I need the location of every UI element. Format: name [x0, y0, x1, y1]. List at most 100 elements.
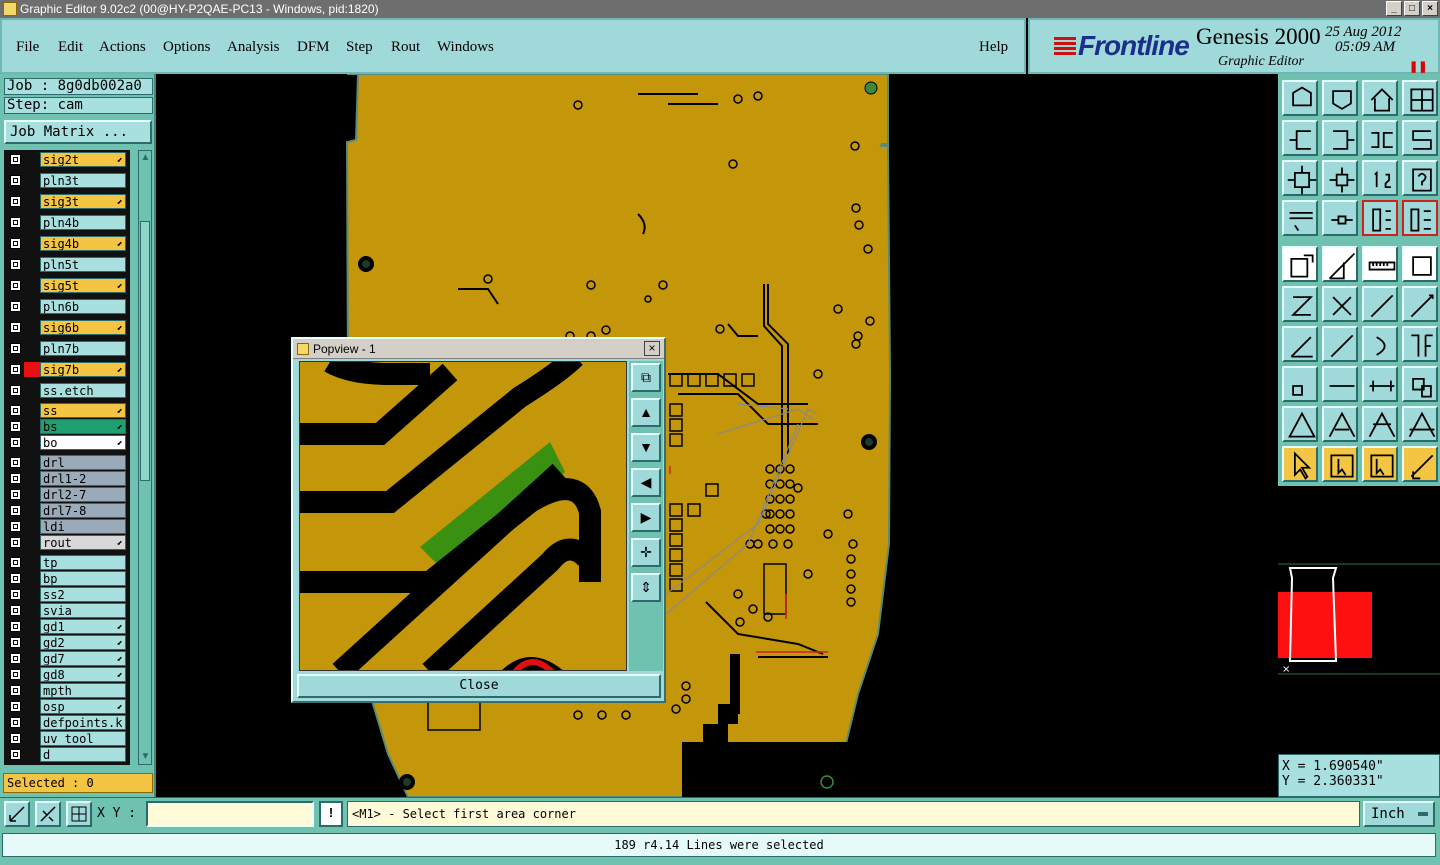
- layer-row-gd2[interactable]: gd2 ⬋: [4, 635, 126, 650]
- home-icon[interactable]: [1362, 80, 1398, 116]
- popview-zoom-fit-icon[interactable]: ⧉: [631, 363, 661, 392]
- layer-row-gd8[interactable]: gd8 ⬋: [4, 667, 126, 682]
- layer-name[interactable]: gd1 ⬋: [40, 619, 126, 634]
- layer-row-pln5t[interactable]: pln5t: [4, 257, 126, 272]
- layer-row-defpoints-k[interactable]: defpoints.k: [4, 715, 126, 730]
- layer-row-sig4b[interactable]: sig4b ⬋: [4, 236, 126, 251]
- layer-name[interactable]: pln5t: [40, 257, 126, 272]
- triangle-cut-icon[interactable]: [1402, 406, 1438, 442]
- layer-row-sig3t[interactable]: sig3t ⬋: [4, 194, 126, 209]
- layer-checkbox[interactable]: [10, 364, 21, 375]
- triangle-filter-icon[interactable]: [1362, 406, 1398, 442]
- grid-icon[interactable]: [66, 801, 92, 827]
- page-down-icon[interactable]: [1322, 80, 1358, 116]
- layer-row-uv-tool[interactable]: uv_tool: [4, 731, 126, 746]
- layer-row-gd1[interactable]: gd1 ⬋: [4, 619, 126, 634]
- layer-checkbox[interactable]: [10, 557, 21, 568]
- layer-checkbox[interactable]: [10, 537, 21, 548]
- draw-feature-icon[interactable]: [1322, 246, 1358, 282]
- layer-checkbox[interactable]: [10, 343, 21, 354]
- layer-row-ss2[interactable]: ss2: [4, 587, 126, 602]
- layer-compare-icon[interactable]: [1362, 200, 1398, 236]
- scroll-down-icon[interactable]: ▼: [140, 751, 151, 763]
- layer-name[interactable]: defpoints.k: [40, 715, 126, 730]
- layer-name[interactable]: uv_tool: [40, 731, 126, 746]
- layer-name[interactable]: pln7b: [40, 341, 126, 356]
- layer-row-mpth[interactable]: mpth: [4, 683, 126, 698]
- popview-close-icon[interactable]: ×: [644, 341, 660, 356]
- units-select[interactable]: Inch: [1363, 801, 1435, 827]
- flip-icon[interactable]: [1402, 326, 1438, 362]
- layer-row-gd7[interactable]: gd7 ⬋: [4, 651, 126, 666]
- layer-name[interactable]: sig6b ⬋: [40, 320, 126, 335]
- menu-dfm[interactable]: DFM: [297, 39, 330, 56]
- layer-name[interactable]: gd2 ⬋: [40, 635, 126, 650]
- dim-icon[interactable]: [1362, 366, 1398, 402]
- split-view-icon[interactable]: [1402, 80, 1438, 116]
- zoom-1to1-icon[interactable]: [1362, 160, 1398, 196]
- layer-name[interactable]: pln4b: [40, 215, 126, 230]
- layer-row-pln6b[interactable]: pln6b: [4, 299, 126, 314]
- job-matrix-button[interactable]: Job Matrix ...: [4, 120, 152, 144]
- maximize-button[interactable]: □: [1404, 1, 1420, 16]
- layer-checkbox[interactable]: [10, 175, 21, 186]
- pan-right-icon[interactable]: [1322, 120, 1358, 156]
- layer-name[interactable]: rout ⬋: [40, 535, 126, 550]
- popview-pan-up-icon[interactable]: ▲: [631, 398, 661, 427]
- layer-name[interactable]: sig4b ⬋: [40, 236, 126, 251]
- layer-checkbox[interactable]: [10, 280, 21, 291]
- measure-icon[interactable]: [35, 801, 61, 827]
- layer-name[interactable]: gd8 ⬋: [40, 667, 126, 682]
- menu-help[interactable]: Help: [979, 39, 1008, 56]
- layer-list-scrollbar[interactable]: ▲ ▼: [138, 150, 152, 765]
- angle-icon[interactable]: [1282, 326, 1318, 362]
- menu-edit[interactable]: Edit: [58, 39, 83, 56]
- layer-row-bo[interactable]: bo ⬋: [4, 435, 126, 450]
- layer-checkbox[interactable]: [10, 259, 21, 270]
- pad-corner-icon[interactable]: [1282, 366, 1318, 402]
- triangle-select-icon[interactable]: [1322, 406, 1358, 442]
- layer-row-sig2t[interactable]: sig2t ⬋: [4, 152, 126, 167]
- layer-name[interactable]: mpth: [40, 683, 126, 698]
- popview-pan-right-icon[interactable]: ▶: [631, 503, 661, 532]
- undo-view-icon[interactable]: [1362, 120, 1398, 156]
- layer-name[interactable]: gd7 ⬋: [40, 651, 126, 666]
- layer-name[interactable]: drl1-2: [40, 471, 126, 486]
- layer-checkbox[interactable]: [10, 521, 21, 532]
- scroll-thumb[interactable]: [140, 221, 150, 481]
- line-tool-icon[interactable]: [1362, 286, 1398, 322]
- group-icon[interactable]: [1402, 366, 1438, 402]
- layer-name[interactable]: ldi: [40, 519, 126, 534]
- layer-name[interactable]: pln6b: [40, 299, 126, 314]
- minus-line-icon[interactable]: [1322, 366, 1358, 402]
- menu-analysis[interactable]: Analysis: [227, 39, 280, 56]
- layer-row-tp[interactable]: tp: [4, 555, 126, 570]
- popview-title-bar[interactable]: Popview - 1 ×: [293, 339, 664, 359]
- layer-row-ss-etch[interactable]: ss.etch: [4, 383, 126, 398]
- layer-row-ldi[interactable]: ldi: [4, 519, 126, 534]
- select-box-icon[interactable]: [1322, 446, 1358, 482]
- layer-row-sig6b[interactable]: sig6b ⬋: [4, 320, 126, 335]
- menu-options[interactable]: Options: [163, 39, 211, 56]
- popview-zoom-in-icon[interactable]: ✛: [631, 538, 661, 567]
- select-area-icon[interactable]: [1362, 446, 1398, 482]
- layer-checkbox[interactable]: [10, 637, 21, 648]
- layer-checkbox[interactable]: [10, 701, 21, 712]
- layer-checkbox[interactable]: [10, 437, 21, 448]
- connect-pads-icon[interactable]: [1282, 286, 1318, 322]
- layer-checkbox[interactable]: [10, 457, 21, 468]
- layer-row-svia[interactable]: svia: [4, 603, 126, 618]
- warning-icon[interactable]: !: [319, 801, 343, 827]
- zoom-center-icon[interactable]: [1322, 160, 1358, 196]
- pause-icon[interactable]: ❚❚: [1409, 60, 1427, 73]
- popview-close-button[interactable]: Close: [297, 674, 661, 698]
- board-overview[interactable]: ×: [1278, 484, 1440, 754]
- zoom-fit-icon[interactable]: [1282, 160, 1318, 196]
- pan-left-icon[interactable]: [1282, 120, 1318, 156]
- select-icon[interactable]: [1282, 446, 1318, 482]
- layer-checkbox[interactable]: [10, 405, 21, 416]
- layer-checkbox[interactable]: [10, 421, 21, 432]
- minimize-button[interactable]: _: [1386, 1, 1402, 16]
- layer-name[interactable]: drl2-7: [40, 487, 126, 502]
- layer-checkbox[interactable]: [10, 669, 21, 680]
